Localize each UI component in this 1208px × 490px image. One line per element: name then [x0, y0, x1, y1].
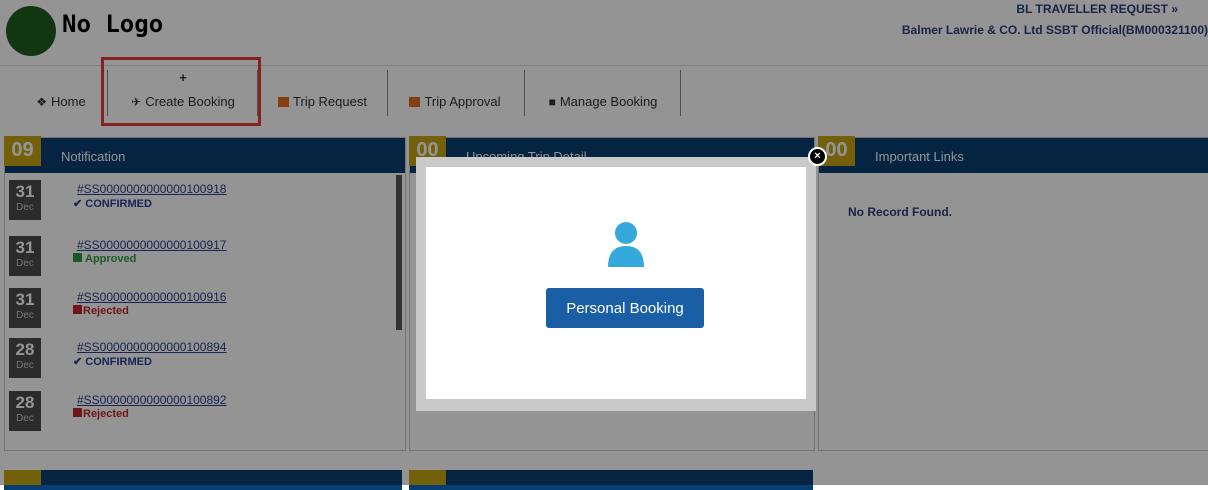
user-icon — [608, 222, 644, 267]
modal-body: Personal Booking — [426, 167, 806, 399]
close-icon[interactable]: × — [808, 147, 827, 166]
personal-booking-button[interactable]: Personal Booking — [546, 288, 704, 328]
booking-modal: Personal Booking — [416, 157, 816, 411]
